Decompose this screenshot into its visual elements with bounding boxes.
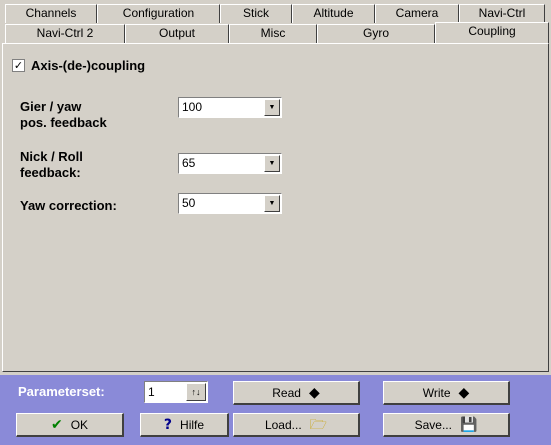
question-mark-icon: ?	[163, 416, 173, 433]
tab-navi-ctrl-2[interactable]: Navi-Ctrl 2	[5, 24, 125, 43]
checkmark-icon: ✔	[50, 416, 63, 433]
parameterset-value: 1	[148, 385, 155, 399]
parameterset-spinner[interactable]: 1 ↑↓	[144, 381, 208, 403]
help-button[interactable]: ? Hilfe	[140, 413, 229, 437]
tab-navi-ctrl[interactable]: Navi-Ctrl	[459, 4, 545, 23]
tab-stick[interactable]: Stick	[220, 4, 292, 23]
load-label: Load...	[264, 417, 302, 432]
nick-roll-label: Nick / Roll feedback:	[20, 149, 83, 180]
yaw-correction-label: Yaw correction:	[20, 198, 117, 213]
read-chip-icon: ◆	[308, 384, 320, 401]
axis-decoupling-checkbox-row[interactable]: ✓ Axis-(de-)coupling	[12, 58, 145, 73]
tab-misc[interactable]: Misc	[229, 24, 317, 43]
nick-roll-select[interactable]: 65 ▼	[178, 153, 282, 174]
read-button[interactable]: Read ◆	[233, 381, 360, 405]
floppy-disk-icon: 💾	[459, 416, 478, 433]
folder-open-icon: 🗁	[309, 416, 328, 433]
gier-yaw-value: 100	[182, 100, 203, 114]
yaw-correction-value: 50	[182, 196, 196, 210]
tab-channels[interactable]: Channels	[5, 4, 97, 23]
nick-roll-value: 65	[182, 156, 196, 170]
tab-gyro[interactable]: Gyro	[317, 24, 435, 43]
gier-yaw-label: Gier / yaw pos. feedback	[20, 99, 107, 130]
tab-row-1: Channels Configuration Stick Altitude Ca…	[0, 4, 551, 23]
yaw-correction-select[interactable]: 50 ▼	[178, 193, 282, 214]
help-label: Hilfe	[180, 417, 205, 432]
tab-output[interactable]: Output	[125, 24, 229, 43]
parameterset-label: Parameterset:	[18, 384, 105, 399]
tab-camera[interactable]: Camera	[375, 4, 459, 23]
tab-row-2: Navi-Ctrl 2 Output Misc Gyro Coupling	[0, 22, 551, 43]
tab-configuration[interactable]: Configuration	[97, 4, 220, 23]
ok-label: OK	[70, 417, 89, 432]
chevron-down-icon[interactable]: ▼	[264, 99, 280, 116]
spinner-arrows-icon[interactable]: ↑↓	[186, 383, 206, 401]
chevron-down-icon[interactable]: ▼	[264, 195, 280, 212]
read-label: Read	[272, 385, 301, 400]
write-label: Write	[422, 385, 451, 400]
chevron-down-icon[interactable]: ▼	[264, 155, 280, 172]
tab-altitude[interactable]: Altitude	[292, 4, 375, 23]
write-button[interactable]: Write ◆	[383, 381, 510, 405]
axis-decoupling-checkbox[interactable]: ✓	[12, 59, 25, 72]
gier-yaw-select[interactable]: 100 ▼	[178, 97, 282, 118]
save-button[interactable]: Save... 💾	[383, 413, 510, 437]
tab-coupling[interactable]: Coupling	[435, 22, 549, 43]
ok-button[interactable]: ✔ OK	[16, 413, 124, 437]
write-chip-icon: ◆	[458, 384, 470, 401]
load-button[interactable]: Load... 🗁	[233, 413, 360, 437]
save-label: Save...	[414, 417, 452, 432]
axis-decoupling-label: Axis-(de-)coupling	[31, 58, 146, 73]
